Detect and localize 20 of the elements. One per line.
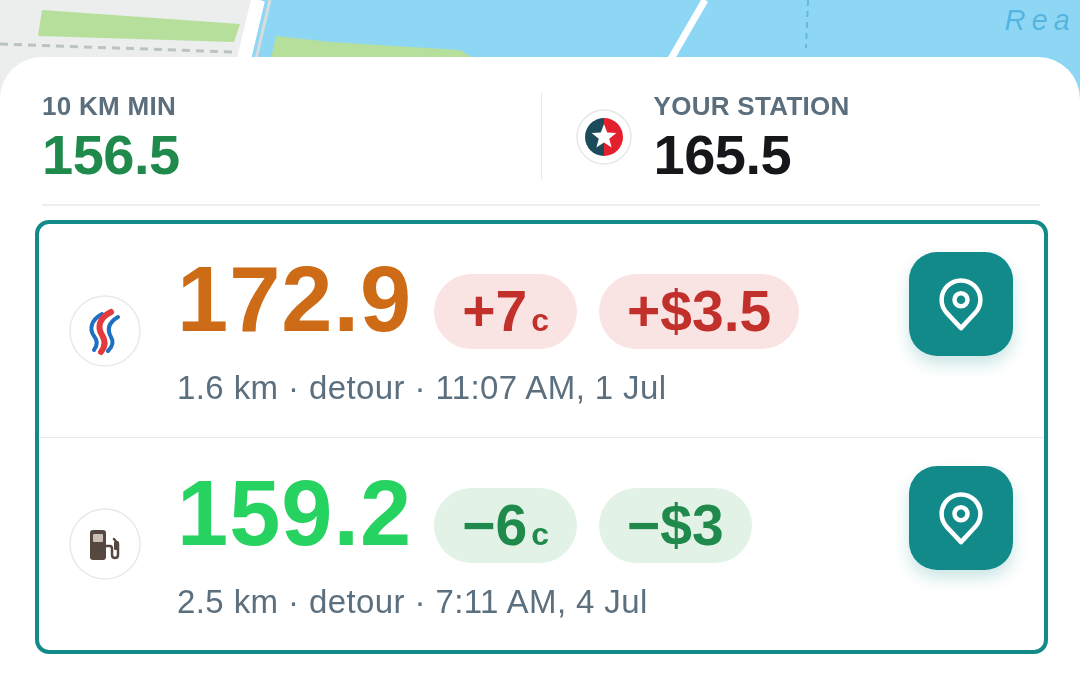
station-details: 2.5 km · detour · 7:11 AM, 4 Jul [177, 581, 648, 622]
cost-difference-badge: −$3 [599, 487, 752, 563]
cost-difference-badge: +$3.5 [599, 274, 800, 350]
navigate-button[interactable] [909, 466, 1013, 571]
navigate-button[interactable] [909, 252, 1013, 357]
map-label: Rea [1004, 3, 1076, 38]
summary-label: YOUR STATION [653, 91, 850, 123]
fuel-price: 159.2 [177, 466, 413, 559]
cents-difference-badge: +7 c [434, 274, 578, 350]
location-pin-icon [939, 277, 983, 331]
star-logo-icon [575, 109, 632, 166]
summary-price: 156.5 [42, 127, 180, 184]
fuel-price: 172.9 [177, 253, 413, 346]
location-pin-icon [939, 491, 983, 545]
cents-difference-badge: −6 c [434, 487, 578, 563]
fuel-pump-icon [69, 508, 141, 581]
summary-price: 165.5 [653, 127, 792, 184]
station-details: 1.6 km · detour · 11:07 AM, 1 Jul [177, 368, 667, 408]
flame-logo-icon [69, 294, 141, 367]
summary-label: 10 KM MIN [42, 91, 177, 123]
